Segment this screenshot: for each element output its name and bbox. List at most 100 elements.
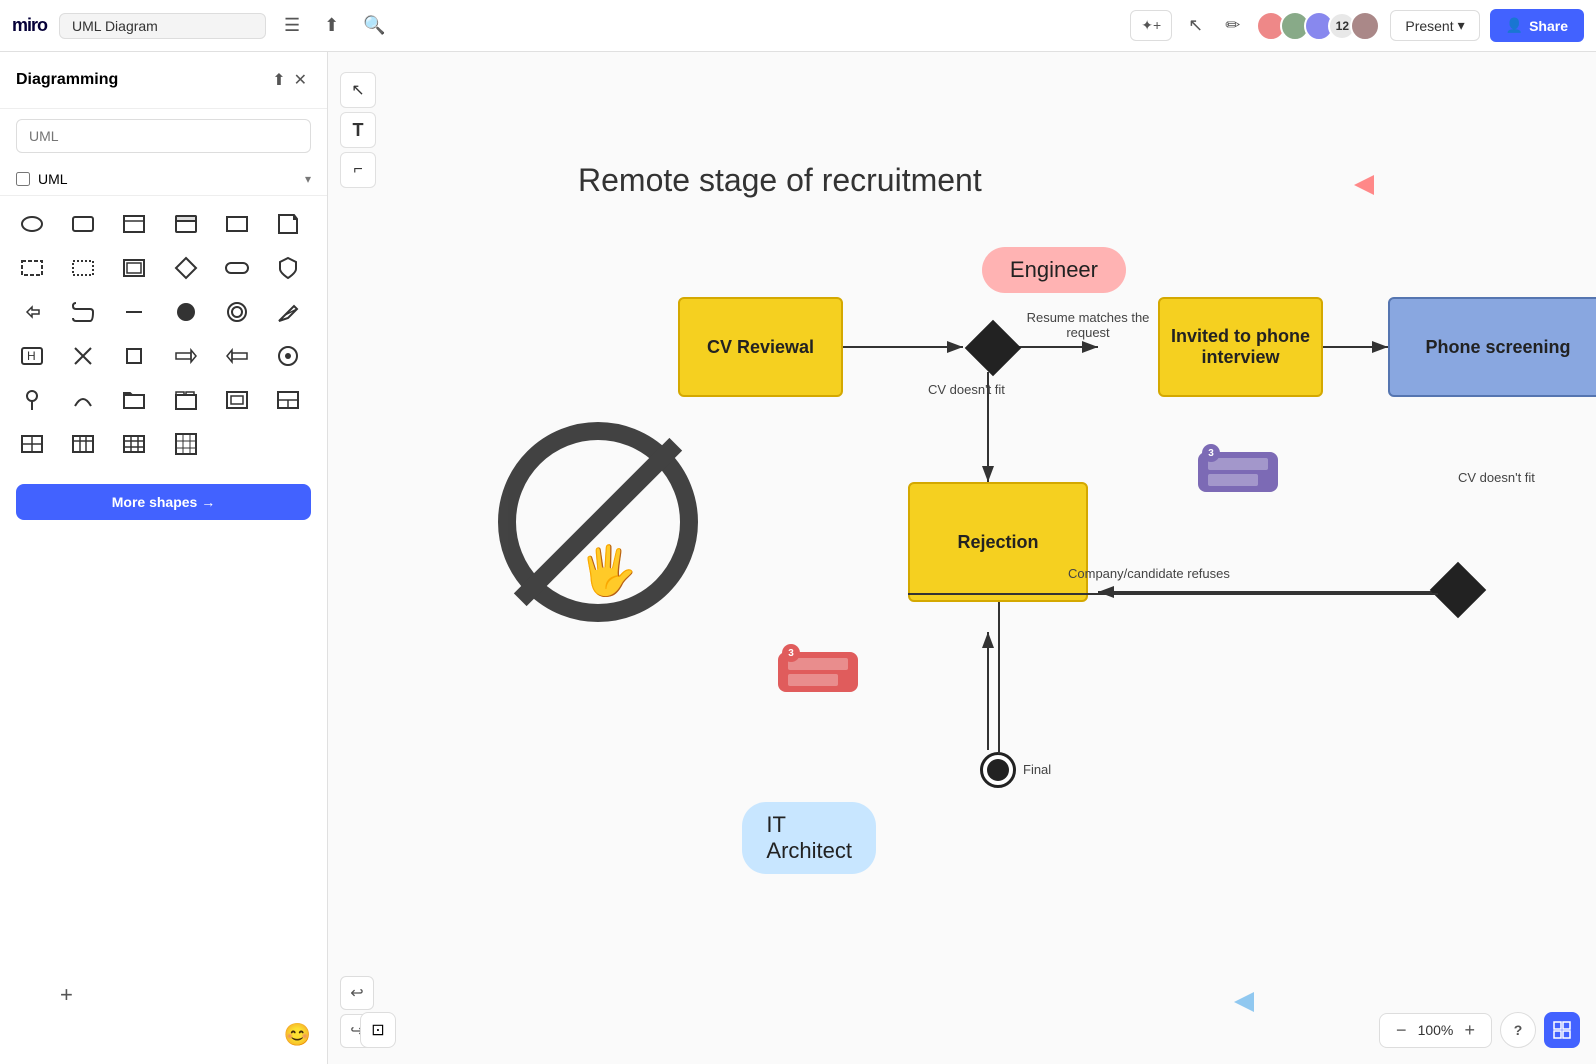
shape-double-circle[interactable] [217, 292, 257, 332]
more-shapes-button[interactable]: More shapes → [16, 484, 311, 520]
menu-icon: ☰ [284, 15, 300, 36]
comment-bubble-purple: 3 [1198, 452, 1278, 492]
app-logo: miro [12, 15, 47, 36]
diagram-title: Remote stage of recruitment [578, 162, 982, 199]
sidebar-export-button[interactable]: ⬆ [268, 66, 289, 94]
shape-dashed-rect[interactable] [63, 248, 103, 288]
corner-tool-button[interactable]: ⌐ [340, 152, 376, 188]
comment-line-3 [788, 658, 848, 670]
shape-arrow-left[interactable] [217, 336, 257, 376]
minimap-button[interactable] [1544, 1012, 1580, 1048]
shape-tabs[interactable] [166, 380, 206, 420]
engineer-arrow [1354, 175, 1374, 195]
uml-label: UML [38, 171, 297, 187]
shape-inner-box[interactable] [217, 380, 257, 420]
comment-bubble-red: 3 [778, 652, 858, 692]
diagram-title-input[interactable] [59, 13, 266, 39]
export-button[interactable]: ⬆ [318, 9, 345, 42]
share-icon: 👤 [1506, 17, 1523, 34]
sidebar-close-button[interactable]: ✕ [290, 66, 311, 94]
shape-eraser[interactable] [268, 292, 308, 332]
cv-reviewal-box[interactable]: CV Reviewal [678, 297, 843, 397]
invited-box[interactable]: Invited to phone interview [1158, 297, 1323, 397]
chevron-down-icon[interactable]: ▾ [305, 172, 311, 186]
shape-ellipse[interactable] [12, 204, 52, 244]
cv-doesnt-fit-label-1: CV doesn't fit [928, 382, 1005, 397]
final-circle [980, 752, 1016, 788]
diamond-2 [1430, 562, 1487, 619]
share-button[interactable]: 👤 Share [1490, 9, 1584, 42]
shape-rect-rounded[interactable] [63, 204, 103, 244]
shape-inner-rect[interactable] [114, 248, 154, 288]
search-input[interactable] [16, 119, 311, 153]
arrow-final [997, 602, 1001, 754]
present-button[interactable]: Present ▾ [1390, 10, 1479, 41]
topbar-right: ✦+ ↖ ✏ 12 Present ▾ 👤 Share [1130, 9, 1584, 42]
shape-arrow-right[interactable] [166, 336, 206, 376]
shape-filled-circle[interactable] [166, 292, 206, 332]
sidebar-header: Diagramming ⬆ ✕ [0, 52, 327, 109]
emoji-button[interactable]: 😊 [284, 1022, 311, 1048]
shape-grid-full[interactable] [166, 424, 206, 464]
shape-grid-2col[interactable] [12, 424, 52, 464]
zoom-out-button[interactable]: − [1390, 1018, 1413, 1043]
uml-checkbox[interactable] [16, 172, 30, 186]
shape-split-box[interactable] [268, 380, 308, 420]
shape-folder[interactable] [114, 380, 154, 420]
shape-wide-rect[interactable] [217, 248, 257, 288]
help-button[interactable]: ? [1500, 1012, 1536, 1048]
shape-card[interactable] [166, 204, 206, 244]
shape-circle-dot[interactable] [268, 336, 308, 376]
shape-arc[interactable] [63, 380, 103, 420]
zoom-in-button[interactable]: + [1458, 1018, 1481, 1043]
comment-line-4 [788, 674, 838, 686]
phone-screening-box[interactable]: Phone screening [1388, 297, 1596, 397]
marker-button[interactable]: ✏ [1219, 9, 1246, 42]
shape-x-box[interactable] [63, 336, 103, 376]
select-tool-button[interactable]: ↖ [340, 72, 376, 108]
resume-matches-label: Resume matches the request [1018, 310, 1158, 340]
shape-line[interactable] [114, 292, 154, 332]
canvas-toolbar: ↖ T ⌐ [340, 72, 376, 188]
canvas[interactable]: Remote stage of recruitment Engineer CV … [328, 52, 1596, 1064]
zoom-controls-wrapper: − 100% + ? [1379, 1012, 1580, 1048]
shape-shield[interactable] [268, 248, 308, 288]
avatar-4 [1350, 11, 1380, 41]
shape-diamond[interactable] [166, 248, 206, 288]
shape-h-box[interactable]: H [12, 336, 52, 376]
comment-badge-red: 3 [782, 644, 800, 662]
chevron-down-icon: ▾ [1458, 17, 1465, 34]
menu-button[interactable]: ☰ [278, 9, 306, 42]
shape-lollipop[interactable] [12, 380, 52, 420]
no-sign-overlay [498, 422, 698, 622]
shape-grid-3col[interactable] [63, 424, 103, 464]
shape-scroll[interactable] [63, 292, 103, 332]
add-icon: + [60, 982, 73, 1008]
comment-line-1 [1208, 458, 1268, 470]
cursor-button[interactable]: ↖ [1182, 9, 1209, 42]
itarchitect-arrow [1234, 992, 1254, 1012]
comment-badge-purple: 3 [1202, 444, 1220, 462]
company-refuses-label: Company/candidate refuses [1068, 566, 1230, 581]
shape-folded[interactable] [268, 204, 308, 244]
magic-button[interactable]: ✦+ [1130, 10, 1172, 41]
shape-arrow-left-box[interactable] [12, 292, 52, 332]
text-tool-button[interactable]: T [340, 112, 376, 148]
zoom-level: 100% [1416, 1022, 1454, 1038]
shape-rect-lines[interactable] [114, 204, 154, 244]
zoom-controls: − 100% + [1379, 1013, 1492, 1048]
shape-grid-4[interactable] [114, 424, 154, 464]
rejection-box[interactable]: Rejection [908, 482, 1088, 602]
undo-button[interactable]: ↩ [340, 976, 374, 1010]
final-circle-inner [987, 759, 1009, 781]
comment-line-2 [1208, 474, 1258, 486]
shape-rectangle[interactable] [217, 204, 257, 244]
minimap-icon [1553, 1021, 1571, 1039]
engineer-label: Engineer [982, 247, 1126, 293]
shape-square[interactable] [114, 336, 154, 376]
shapes-grid: H [0, 196, 327, 472]
itarchitect-label: IT Architect [742, 802, 876, 874]
toggle-sidebar-button[interactable]: ⊡ [360, 1012, 396, 1048]
shape-dotted-rect[interactable] [12, 248, 52, 288]
search-button[interactable]: 🔍 [357, 9, 391, 42]
